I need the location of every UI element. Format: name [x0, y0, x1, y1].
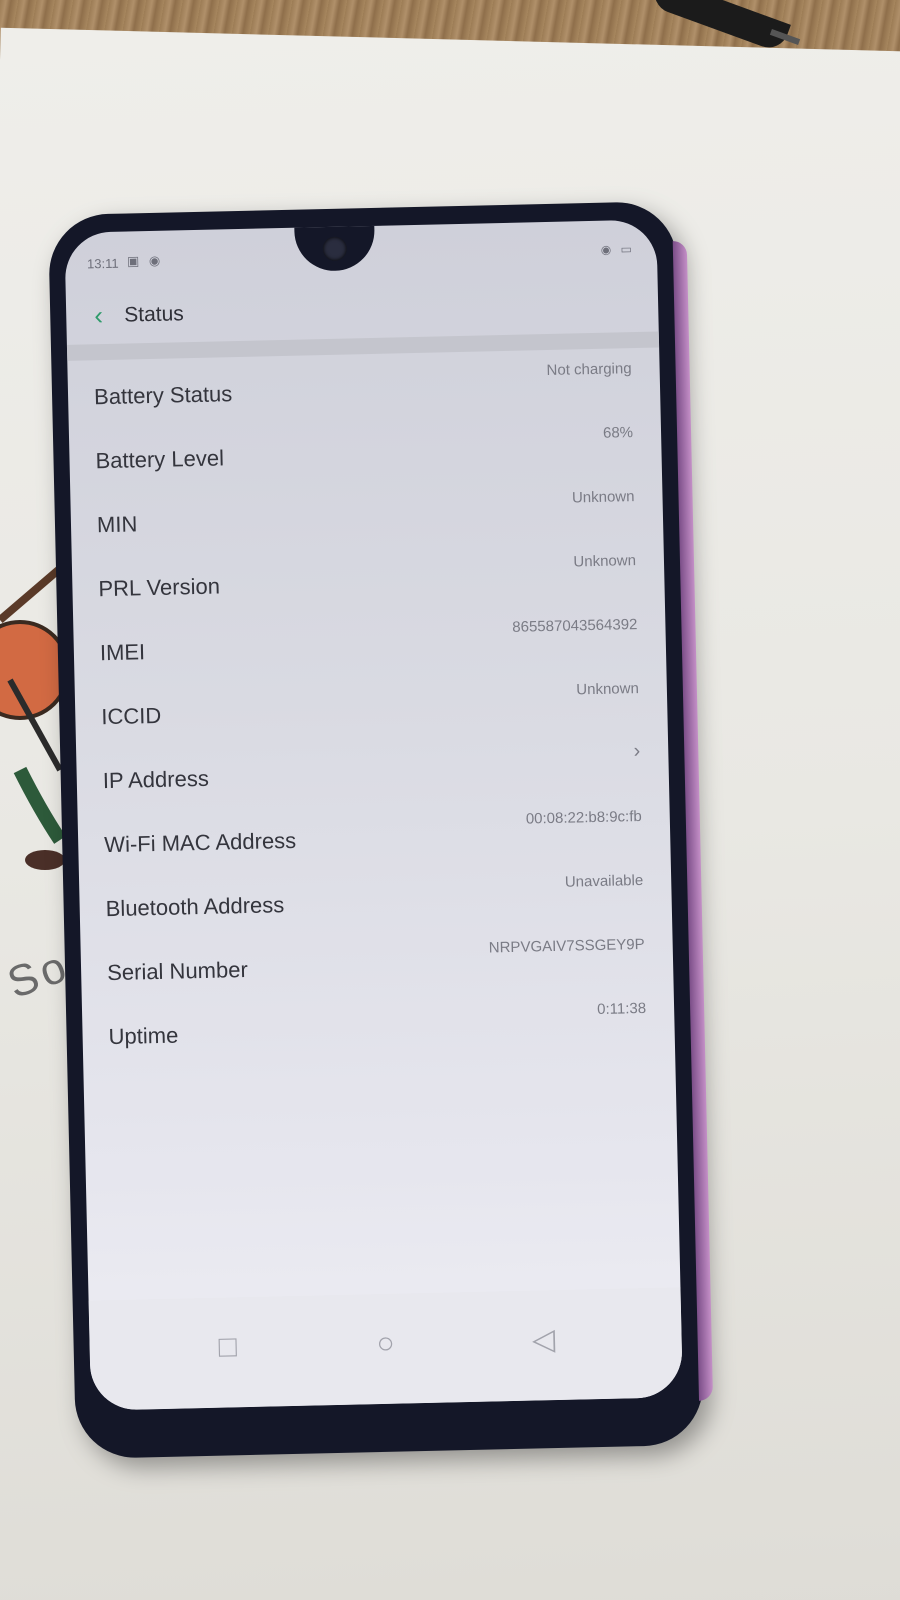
app-bar: ‹ Status — [65, 269, 660, 361]
row-label: Serial Number — [106, 956, 249, 986]
row-label: PRL Version — [98, 573, 221, 602]
phone-screen: 13:11 ▣ ◉ ◉ ▭ ‹ Status Battery Status No… — [64, 219, 683, 1411]
status-time: 13:11 — [86, 255, 119, 272]
row-label: Battery Level — [95, 445, 225, 474]
page-title: Status — [123, 302, 185, 327]
phone-device: 13:11 ▣ ◉ ◉ ▭ ‹ Status Battery Status No… — [47, 201, 714, 1459]
status-right-icons: ◉ ▭ — [600, 241, 636, 257]
row-label: Wi-Fi MAC Address — [103, 827, 297, 858]
row-label: Battery Status — [93, 381, 233, 410]
row-label: Bluetooth Address — [105, 892, 285, 922]
row-label: IMEI — [99, 639, 146, 666]
row-value: Not charging — [546, 360, 632, 380]
status-list: Battery Status Not charging Battery Leve… — [67, 349, 675, 1066]
row-value: 68% — [602, 424, 634, 442]
recent-apps-square-icon[interactable]: □ — [209, 1329, 246, 1366]
row-label: IP Address — [102, 765, 210, 794]
front-camera-icon — [322, 236, 348, 262]
row-value: 00:08:22:b8:9c:fb — [525, 807, 642, 828]
row-value: 865587043564392 — [512, 616, 638, 636]
row-value: Unknown — [573, 552, 637, 571]
row-value: NRPVGAIV7SSGEY9P — [488, 935, 645, 957]
row-value: Unknown — [576, 680, 640, 699]
row-label: MIN — [96, 511, 138, 538]
status-left-icons: ▣ ◉ — [126, 252, 164, 269]
row-value: Unavailable — [564, 871, 644, 891]
row-label: ICCID — [101, 702, 162, 730]
navigation-bar: □ ○ ◁ — [88, 1287, 683, 1411]
chevron-right-icon: › — [633, 739, 641, 763]
back-triangle-icon[interactable]: ◁ — [525, 1322, 562, 1359]
back-chevron-icon[interactable]: ‹ — [94, 300, 103, 330]
home-circle-icon[interactable]: ○ — [367, 1326, 404, 1363]
row-label: Uptime — [108, 1022, 179, 1050]
row-uptime: Uptime 0:11:38 — [82, 989, 675, 1066]
row-value: Unknown — [571, 488, 635, 507]
row-value: 0:11:38 — [596, 999, 647, 1019]
